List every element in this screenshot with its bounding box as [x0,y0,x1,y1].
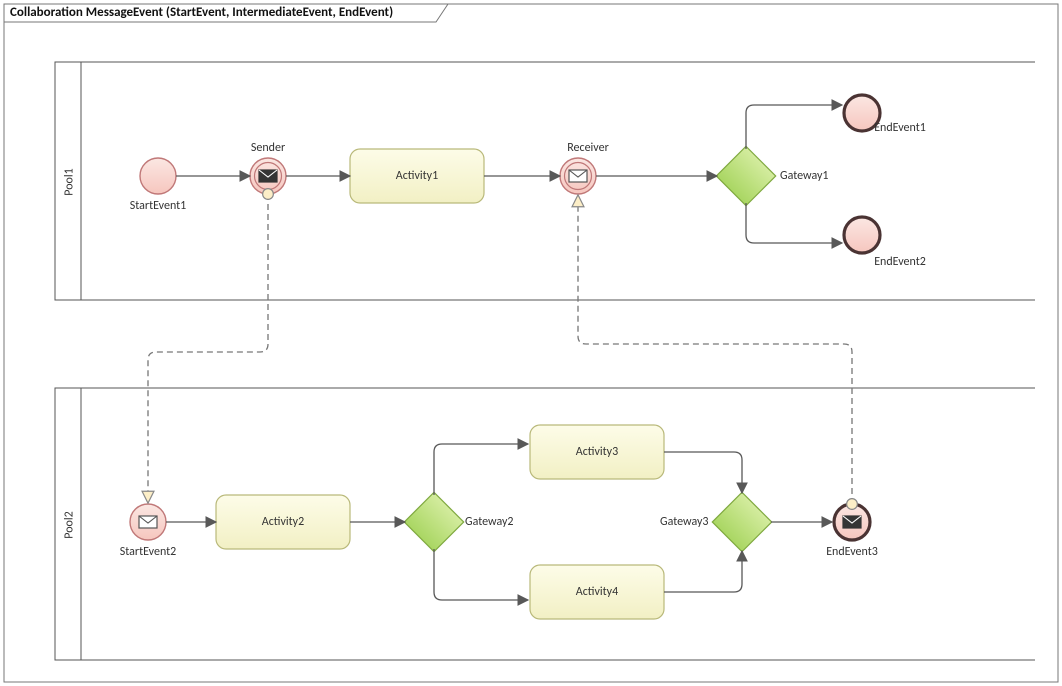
node-gateway-1[interactable] [716,146,775,205]
label-activity-4: Activity4 [576,585,618,599]
bpmn-diagram: Collaboration MessageEvent (StartEvent, … [0,0,1062,686]
label-sender: Sender [251,141,285,155]
label-gateway-3: Gateway3 [660,515,709,529]
node-receiver[interactable] [560,158,596,194]
node-start-event-2[interactable] [130,504,166,540]
node-gateway-3[interactable] [712,492,771,551]
label-end-event-1: EndEvent1 [874,121,926,135]
label-start-event-2: StartEvent2 [120,545,176,559]
node-sender[interactable] [250,158,286,194]
label-end-event-2: EndEvent2 [874,255,926,269]
label-end-event-3: EndEvent3 [826,545,878,559]
pool-2-title: Pool2 [63,511,77,538]
node-gateway-2[interactable] [404,492,463,551]
label-start-event-1: StartEvent1 [130,199,186,213]
label-activity-3: Activity3 [576,445,618,459]
node-start-event-1[interactable] [140,158,176,194]
label-activity-2: Activity2 [262,515,304,529]
label-gateway-1: Gateway1 [780,169,829,183]
envelope-filled-icon [259,170,277,182]
message-flows [148,194,852,504]
pool-1-title: Pool1 [63,168,77,195]
envelope-filled-icon [843,516,861,528]
envelope-outline-icon [139,516,157,528]
node-end-event-3[interactable] [834,504,870,540]
label-receiver: Receiver [567,141,609,155]
envelope-outline-icon [569,170,587,182]
diagram-title: Collaboration MessageEvent (StartEvent, … [10,5,393,20]
label-gateway-2: Gateway2 [465,515,514,529]
node-end-event-2[interactable] [844,217,880,253]
label-activity-1: Activity1 [396,169,438,183]
